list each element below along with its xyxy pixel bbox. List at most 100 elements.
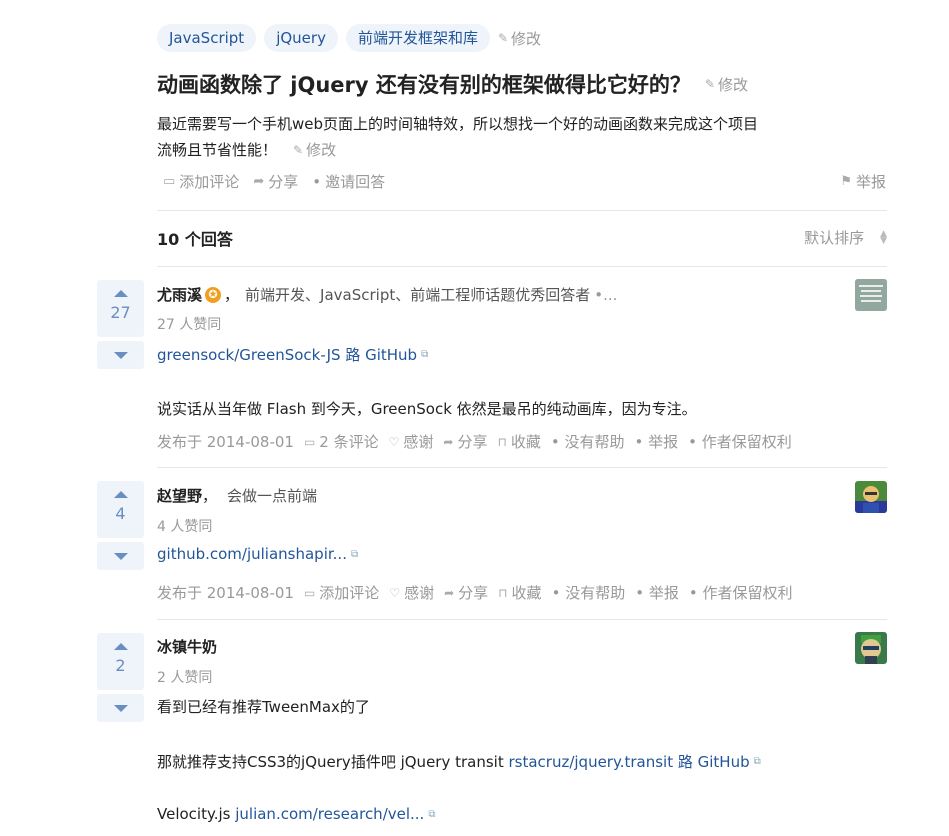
vote-summary[interactable]: 4 人赞同	[157, 516, 212, 536]
pencil-icon: ✎	[293, 143, 304, 157]
author-name[interactable]: 冰镇牛奶	[157, 636, 217, 657]
external-link-icon: ⧉	[428, 808, 436, 820]
comments-button[interactable]: ▭ 2 条评论	[304, 431, 379, 452]
answer-meta: 发布于 2014-08-01 ▭ 2 条评论 ♡ 感谢 ➦ 分享 ⊓ 收藏 • 没有帮助…	[157, 431, 802, 452]
vote-box: 4	[97, 481, 144, 570]
answer-link[interactable]: greensock/GreenSock-JS 路 GitHub ⧉	[157, 344, 428, 365]
downvote-arrow-icon	[113, 351, 128, 359]
answer-body-line2: 那就推荐支持CSS3的jQuery插件吧 jQuery transit rsta…	[157, 751, 761, 772]
publish-date[interactable]: 发布于 2014-08-01	[157, 431, 294, 452]
author-name[interactable]: 赵望野	[157, 485, 202, 506]
add-comment-button[interactable]: ▭ 添加评论	[304, 582, 379, 603]
collect-label: 收藏	[511, 584, 542, 602]
answer-body-line1: 看到已经有推荐TweenMax的了	[157, 698, 370, 716]
report-question-button[interactable]: ⚑ 举报	[840, 171, 886, 192]
edit-tags-button[interactable]: ✎ 修改	[498, 28, 541, 49]
collect-button[interactable]: ⊓ 收藏	[497, 431, 540, 452]
tag-jquery[interactable]: jQuery	[264, 24, 338, 52]
bookmark-icon: ⊓	[497, 434, 507, 449]
vote-summary[interactable]: 2 人赞同	[157, 667, 212, 687]
share-button[interactable]: ➦ 分享	[443, 431, 487, 452]
avatar[interactable]	[855, 632, 887, 664]
share-icon: ➦	[444, 585, 455, 600]
flag-icon: ⚑	[840, 174, 852, 189]
comment-icon: ▭	[163, 174, 176, 189]
tag-javascript[interactable]: JavaScript	[157, 24, 257, 52]
question-actions: ▭ 添加评论 ➦ 分享 • 邀请回答	[163, 171, 399, 192]
bookmark-icon: ⊓	[498, 585, 508, 600]
question-title-text: 动画函数除了 jQuery 还有没有别的框架做得比它好的？	[157, 73, 691, 97]
answer-body-line3: Velocity.js julian.com/research/vel... ⧉	[157, 805, 435, 823]
line2-text: 那就推荐支持CSS3的jQuery插件吧 jQuery transit	[157, 753, 509, 771]
divider	[157, 210, 887, 211]
report-label: 举报	[648, 584, 679, 602]
add-comment-button[interactable]: ▭ 添加评论	[163, 171, 239, 192]
question-detail: 最近需要写一个手机web页面上的时间轴特效，所以想找一个好的动画函数来完成这个项…	[157, 111, 837, 163]
velocity-link[interactable]: julian.com/research/vel...	[235, 805, 424, 823]
add-comment-label: 添加评论	[179, 173, 240, 191]
copyright-note[interactable]: • 作者保留权利	[689, 582, 793, 603]
downvote-button[interactable]	[97, 542, 144, 570]
answer-link[interactable]: github.com/julianshapir... ⧉	[157, 545, 358, 563]
heart-icon: ♡	[389, 585, 401, 600]
share-label: 分享	[268, 173, 299, 191]
edit-detail-button[interactable]: ✎ 修改	[293, 137, 336, 163]
avatar[interactable]	[855, 279, 887, 311]
upvote-button[interactable]: 2	[97, 633, 144, 690]
comma: ，	[224, 286, 240, 304]
report-label: 举报	[648, 433, 679, 451]
topic-tags: JavaScript jQuery 前端开发框架和库 ✎ 修改	[157, 24, 541, 52]
external-link-icon: ⧉	[753, 756, 761, 767]
upvote-arrow-icon	[113, 290, 128, 297]
upvote-button[interactable]: 4	[97, 481, 144, 538]
report-answer-button[interactable]: • 举报	[635, 431, 679, 452]
sort-arrows-icon: ▲ ▼	[880, 228, 887, 246]
copyright-label: 作者保留权利	[702, 584, 793, 602]
comment-icon: ▭	[303, 585, 316, 600]
thanks-label: 感谢	[404, 584, 435, 602]
invite-answer-button[interactable]: • 邀请回答	[312, 171, 385, 192]
thanks-button[interactable]: ♡ 感谢	[389, 431, 434, 452]
report-answer-button[interactable]: • 举报	[635, 582, 679, 603]
sort-dropdown[interactable]: 默认排序 ▲ ▼	[804, 227, 887, 248]
upvote-button[interactable]: 27	[97, 280, 144, 337]
author-bio: 会做一点前端	[227, 487, 318, 505]
question-detail-line2: 流畅且节省性能！	[157, 141, 278, 159]
comma: ，	[202, 487, 218, 505]
collect-label: 收藏	[510, 433, 541, 451]
share-icon: ➦	[443, 434, 454, 449]
thanks-button[interactable]: ♡ 感谢	[389, 582, 434, 603]
downvote-button[interactable]	[97, 341, 144, 369]
link-text: github.com/julianshapir...	[157, 545, 347, 563]
collect-button[interactable]: ⊓ 收藏	[498, 582, 541, 603]
bio-more[interactable]: •...	[594, 286, 617, 304]
edit-label: 修改	[511, 29, 542, 48]
avatar[interactable]	[855, 481, 887, 513]
publish-date[interactable]: 发布于 2014-08-01	[157, 582, 294, 603]
divider	[157, 266, 887, 267]
tag-frontend-frameworks[interactable]: 前端开发框架和库	[345, 24, 490, 52]
share-button[interactable]: ➦ 分享	[444, 582, 488, 603]
downvote-arrow-icon	[113, 552, 128, 560]
vote-count: 4	[115, 504, 126, 523]
copyright-note[interactable]: • 作者保留权利	[688, 431, 792, 452]
downvote-button[interactable]	[97, 694, 144, 722]
page: JavaScript jQuery 前端开发框架和库 ✎ 修改 动画函数除了 jQ…	[0, 0, 949, 836]
answer-count: 10 个回答	[157, 230, 233, 249]
no-help-button[interactable]: • 没有帮助	[551, 431, 625, 452]
vote-summary[interactable]: 27 人赞同	[157, 314, 221, 334]
transit-link[interactable]: rstacruz/jquery.transit 路 GitHub	[508, 751, 749, 772]
share-button[interactable]: ➦ 分享	[253, 171, 298, 192]
author-name[interactable]: 尤雨溪	[157, 284, 202, 305]
no-help-label: 没有帮助	[565, 584, 626, 602]
invite-label: 邀请回答	[325, 173, 386, 191]
edit-title-button[interactable]: ✎ 修改	[705, 74, 748, 95]
answer-author: 冰镇牛奶	[157, 636, 217, 657]
vote-box: 27	[97, 280, 144, 369]
no-help-button[interactable]: • 没有帮助	[552, 582, 626, 603]
pencil-icon: ✎	[704, 77, 715, 91]
edit-label: 修改	[717, 75, 748, 94]
heart-icon: ♡	[388, 434, 400, 449]
upvote-arrow-icon	[113, 643, 128, 650]
share-icon: ➦	[253, 174, 265, 189]
